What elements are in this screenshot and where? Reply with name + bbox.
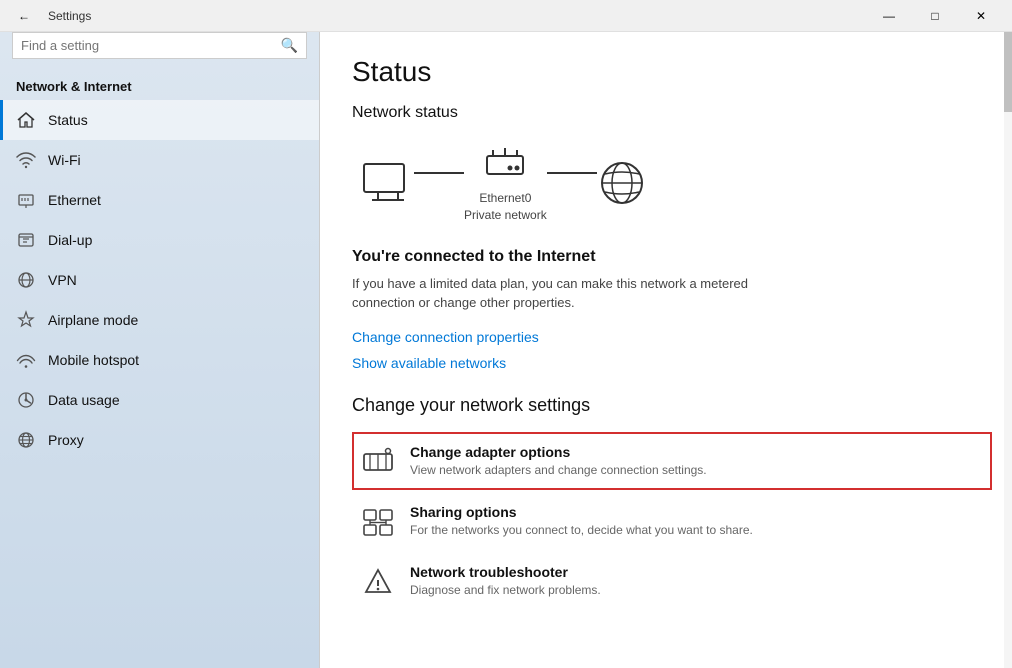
titlebar-controls: — □ ✕ [866,0,1004,32]
troubleshooter-icon [362,566,394,598]
computer-icon [362,162,414,204]
wifi-icon [16,150,36,170]
sharing-text: Sharing options For the networks you con… [410,504,753,537]
sharing-desc: For the networks you connect to, decide … [410,523,753,537]
sidebar-item-datausage[interactable]: Data usage [0,380,319,420]
back-icon: ← [18,9,30,23]
sidebar-search-container[interactable]: 🔍 [12,32,307,59]
sidebar: 🔍 Network & Internet Status Wi-Fi [0,32,320,668]
sidebar-item-status[interactable]: Status [0,100,319,140]
search-icon: 🔍 [281,37,298,54]
troubleshooter-desc: Diagnose and fix network problems. [410,583,601,597]
titlebar: ← Settings — □ ✕ [0,0,1012,32]
app-body: 🔍 Network & Internet Status Wi-Fi [0,32,1012,668]
hotspot-icon [16,350,36,370]
router-label: Ethernet0 Private network [464,190,547,224]
network-diagram: Ethernet0 Private network [352,142,992,224]
close-button[interactable]: ✕ [958,0,1004,32]
sidebar-item-status-label: Status [48,112,88,128]
airplane-icon [16,310,36,330]
sidebar-item-hotspot[interactable]: Mobile hotspot [0,340,319,380]
globe-node [597,158,647,208]
adapter-icon [362,446,394,478]
sidebar-item-airplane[interactable]: Airplane mode [0,300,319,340]
troubleshooter-text: Network troubleshooter Diagnose and fix … [410,564,601,597]
minimize-icon: — [883,9,895,23]
sidebar-item-datausage-label: Data usage [48,392,120,408]
sidebar-item-wifi[interactable]: Wi-Fi [0,140,319,180]
change-connection-properties-link[interactable]: Change connection properties [352,329,992,345]
show-available-networks-link[interactable]: Show available networks [352,355,992,371]
scrollbar-track[interactable] [1004,32,1012,668]
scrollbar-thumb[interactable] [1004,32,1012,112]
globe-icon [597,158,647,208]
connected-heading: You're connected to the Internet [352,248,992,266]
network-status-title: Network status [352,104,992,122]
data-usage-icon [16,390,36,410]
troubleshooter-title: Network troubleshooter [410,564,601,580]
change-network-title: Change your network settings [352,395,992,416]
sharing-icon [362,506,394,538]
vpn-icon [16,270,36,290]
sidebar-item-dialup[interactable]: Dial-up [0,220,319,260]
connected-description: If you have a limited data plan, you can… [352,274,772,313]
ethernet-icon [16,190,36,210]
sidebar-item-vpn-label: VPN [48,272,77,288]
sidebar-item-ethernet-label: Ethernet [48,192,101,208]
maximize-button[interactable]: □ [912,0,958,32]
minimize-button[interactable]: — [866,0,912,32]
back-button[interactable]: ← [8,0,40,32]
maximize-icon: □ [931,9,938,23]
sidebar-item-hotspot-label: Mobile hotspot [48,352,139,368]
dialup-icon [16,230,36,250]
network-troubleshooter[interactable]: Network troubleshooter Diagnose and fix … [352,552,992,610]
sidebar-item-proxy[interactable]: Proxy [0,420,319,460]
close-icon: ✕ [976,9,986,23]
adapter-desc: View network adapters and change connect… [410,463,707,477]
sharing-title: Sharing options [410,504,753,520]
adapter-title: Change adapter options [410,444,707,460]
sidebar-item-proxy-label: Proxy [48,432,84,448]
sharing-options[interactable]: Sharing options For the networks you con… [352,492,992,550]
main-content: Status Network status [320,32,1012,668]
line1 [414,172,464,174]
sidebar-section-title: Network & Internet [0,71,319,100]
change-adapter-options[interactable]: Change adapter options View network adap… [352,432,992,490]
router-node: Ethernet0 Private network [464,142,547,224]
sidebar-item-airplane-label: Airplane mode [48,312,138,328]
sidebar-item-wifi-label: Wi-Fi [48,152,81,168]
line2 [547,172,597,174]
proxy-icon [16,430,36,450]
computer-node [362,162,414,204]
search-input[interactable] [21,38,281,53]
titlebar-left: ← Settings [8,0,91,32]
sidebar-item-vpn[interactable]: VPN [0,260,319,300]
sidebar-item-ethernet[interactable]: Ethernet [0,180,319,220]
home-icon [16,110,36,130]
router-icon [483,142,527,186]
sidebar-item-dialup-label: Dial-up [48,232,92,248]
titlebar-title: Settings [48,9,91,23]
page-title: Status [352,56,992,88]
adapter-text: Change adapter options View network adap… [410,444,707,477]
